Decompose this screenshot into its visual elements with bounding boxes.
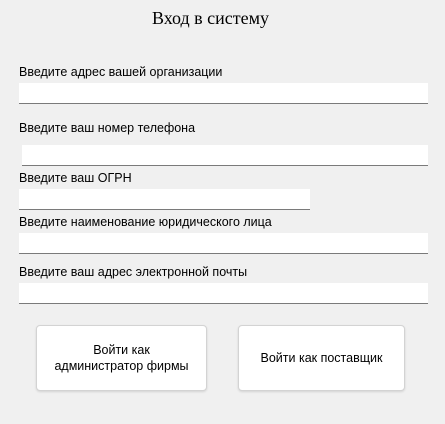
phone-label: Введите ваш номер телефона — [19, 121, 196, 135]
page-title: Вход в систему — [151, 8, 270, 28]
address-label: Введите адрес вашей организации — [19, 65, 223, 79]
legal-name-input[interactable] — [19, 233, 428, 254]
phone-input[interactable] — [22, 145, 428, 166]
email-input[interactable] — [19, 283, 428, 304]
ogrn-input[interactable] — [19, 189, 310, 210]
supplier-login-button[interactable]: Войти как поставщик — [238, 325, 405, 391]
admin-login-button[interactable]: Войти как администратор фирмы — [36, 325, 207, 391]
email-label: Введите ваш адрес электронной почты — [19, 265, 248, 279]
ogrn-label: Введите ваш ОГРН — [19, 171, 132, 185]
legal-name-label: Введите наименование юридического лица — [19, 215, 272, 229]
address-input[interactable] — [19, 83, 428, 104]
